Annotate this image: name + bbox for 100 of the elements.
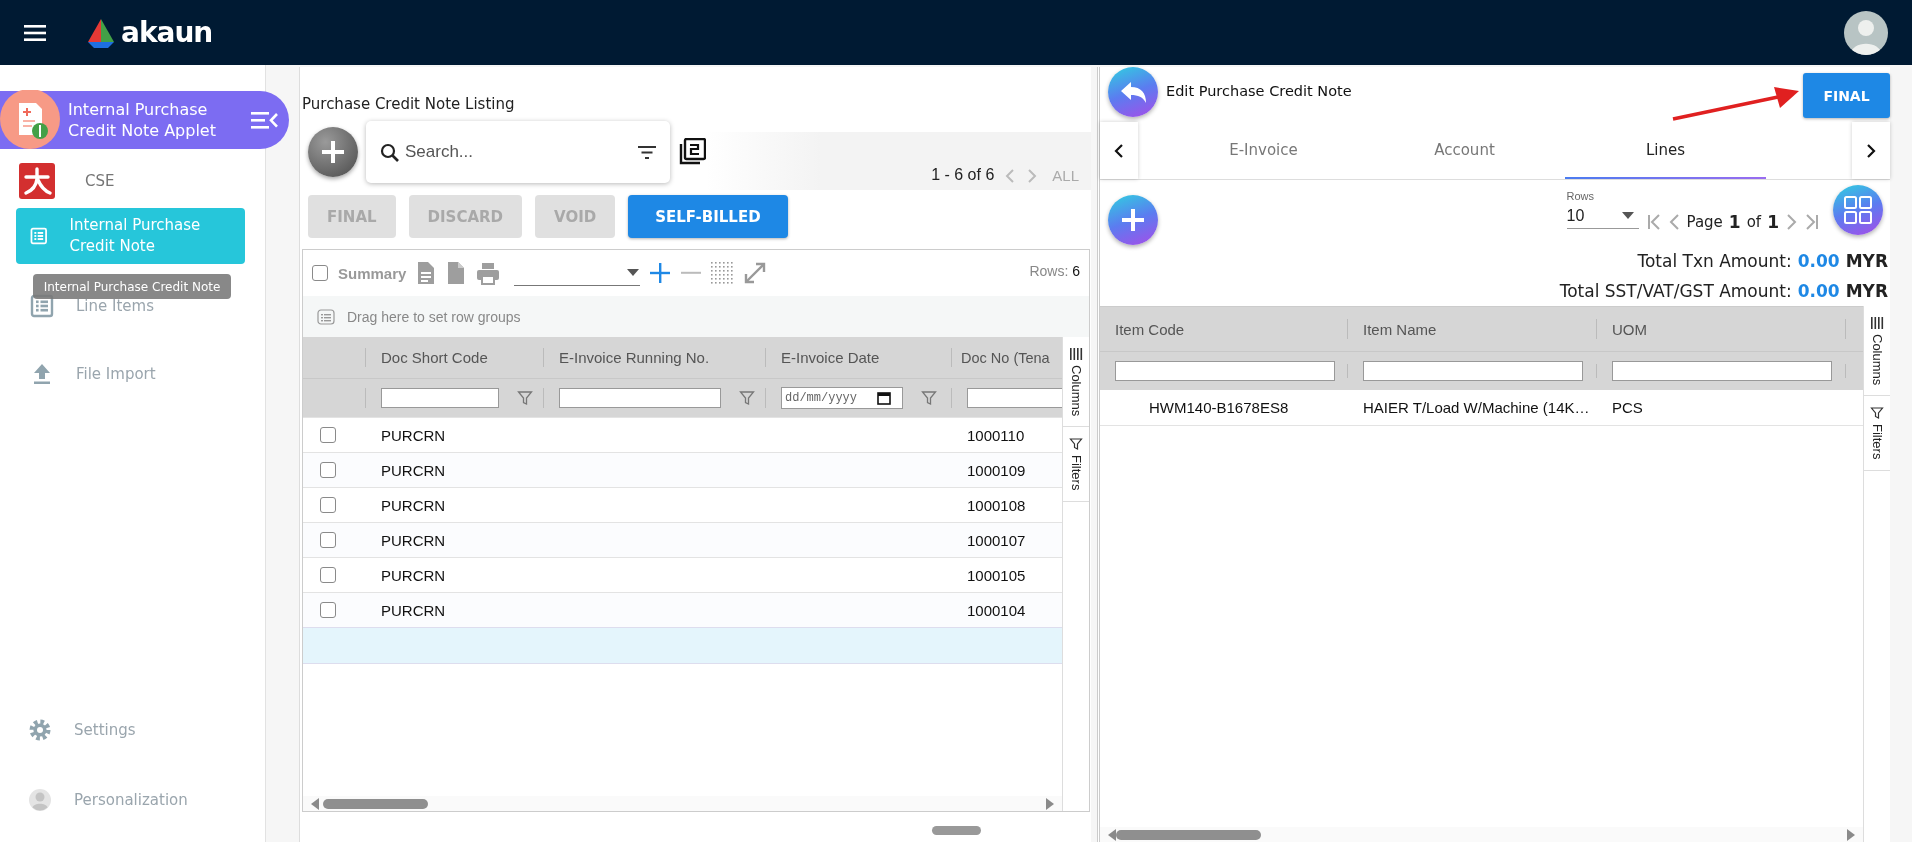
chevron-left-icon <box>1114 142 1124 159</box>
search-icon <box>380 142 399 162</box>
total-label: Total Txn Amount: <box>1637 251 1792 271</box>
final-button[interactable]: FINAL <box>1803 73 1890 118</box>
checkbox[interactable] <box>320 497 336 513</box>
horizontal-scrollbar[interactable] <box>1100 827 1863 842</box>
add-button[interactable] <box>308 127 358 177</box>
rows-select[interactable]: 10 <box>1566 203 1639 229</box>
table-cell: 1000105 <box>967 566 1026 584</box>
chevron-right-icon[interactable] <box>1026 168 1039 184</box>
currency: MYR <box>1845 251 1888 271</box>
table-cell: 1000110 <box>967 426 1025 444</box>
rows-count: Rows: 6 <box>1029 263 1080 279</box>
filter-icon[interactable] <box>638 144 656 160</box>
table-cell: HWM140-B1678ES8 <box>1149 399 1289 416</box>
checkbox[interactable] <box>320 532 336 548</box>
menu-icon[interactable] <box>24 22 46 43</box>
column-header[interactable]: Doc No (Tena <box>961 349 1050 366</box>
resize-handle[interactable] <box>932 826 981 835</box>
table-cell: PURCRN <box>381 426 446 444</box>
tab[interactable]: E-Invoice <box>1163 122 1364 179</box>
add-button[interactable] <box>1108 195 1158 245</box>
page-total: 1 <box>1767 212 1779 232</box>
chevron-right-icon <box>1866 142 1876 159</box>
page-label: Page <box>1686 213 1723 231</box>
tab[interactable]: Account <box>1364 122 1565 179</box>
action-button[interactable]: SELF-BILLED <box>628 195 788 238</box>
row-group-icon <box>317 308 335 325</box>
filter-icon <box>1069 437 1083 452</box>
group-hint: Drag here to set row groups <box>347 308 521 325</box>
plus-icon <box>1120 207 1146 233</box>
total-label: Total SST/VAT/GST Amount: <box>1559 281 1792 301</box>
table-cell: 1000104 <box>967 601 1026 619</box>
last-page-icon[interactable] <box>1805 213 1819 231</box>
table-cell: PURCRN <box>381 531 446 549</box>
tab[interactable]: Lines <box>1565 122 1766 179</box>
table-cell: PURCRN <box>381 601 446 619</box>
filter-field[interactable] <box>1363 361 1583 381</box>
table-cell: PURCRN <box>381 461 446 479</box>
checkbox[interactable] <box>320 462 336 478</box>
side-tab[interactable]: Columns <box>1864 306 1890 397</box>
table-cell: PURCRN <box>381 566 446 584</box>
column-header[interactable]: Item Name <box>1363 320 1437 338</box>
date-input[interactable]: dd/mm/yyyy <box>785 391 875 405</box>
table-cell: PCS <box>1612 399 1643 416</box>
checkbox[interactable] <box>320 567 336 583</box>
column-header[interactable]: E-Invoice Running No. <box>559 349 710 366</box>
column-header[interactable]: Item Code <box>1115 320 1185 338</box>
panel-title: Edit Purchase Credit Note <box>1166 83 1352 99</box>
columns-icon <box>1870 316 1884 330</box>
printer-icon[interactable] <box>476 261 501 285</box>
plus-icon[interactable] <box>650 262 672 284</box>
document-icon[interactable] <box>416 261 437 285</box>
panel-title: Purchase Credit Note Listing <box>302 95 515 113</box>
group-label: CSE <box>85 172 115 190</box>
grid-icon <box>1844 196 1872 224</box>
reply-arrow-icon <box>1119 79 1147 105</box>
table-cell: 1000109 <box>967 461 1026 479</box>
first-page-icon[interactable] <box>1646 213 1661 231</box>
filter-field[interactable] <box>1115 361 1335 381</box>
filter-field[interactable] <box>967 388 1062 408</box>
horizontal-scrollbar[interactable] <box>303 796 1062 811</box>
caret-icon <box>626 268 641 277</box>
total-amount: 0.00 <box>1797 251 1840 271</box>
logo-icon <box>19 163 55 199</box>
page-number: 1 <box>1728 212 1741 232</box>
grid-view-button[interactable] <box>1833 185 1883 235</box>
column-header[interactable]: UOM <box>1612 320 1647 338</box>
currency: MYR <box>1845 281 1888 301</box>
side-tab[interactable]: Filters <box>1063 427 1089 502</box>
filter-field[interactable] <box>559 388 721 408</box>
file-icon[interactable] <box>446 261 467 285</box>
calendar-icon[interactable] <box>877 391 891 405</box>
column-header[interactable]: Doc Short Code <box>381 349 488 366</box>
stacked-squares-icon[interactable] <box>678 138 706 166</box>
side-tab[interactable]: Filters <box>1864 396 1890 471</box>
back-button[interactable] <box>1108 67 1158 117</box>
summary-label: Summary <box>338 264 407 282</box>
column-header[interactable]: E-Invoice Date <box>781 349 880 366</box>
chevron-left-icon[interactable] <box>1004 168 1017 184</box>
chevron-right-icon[interactable] <box>1785 213 1799 231</box>
dotted-grid-icon[interactable] <box>711 262 734 284</box>
applet-title: Internal Purchase Credit Note Applet <box>68 99 217 141</box>
date-field[interactable]: dd/mm/yyyy <box>781 387 903 409</box>
page-range: 1 - 6 of 6 <box>931 166 995 184</box>
filter-field[interactable] <box>1612 361 1832 381</box>
avatar[interactable] <box>1844 10 1888 55</box>
side-tab[interactable]: Columns <box>1063 337 1089 428</box>
filter-field[interactable] <box>381 388 499 408</box>
checkbox[interactable] <box>320 602 336 618</box>
logo-icon <box>85 17 117 48</box>
menu-collapse-icon[interactable] <box>251 109 279 131</box>
tooltip: Internal Purchase Credit Note <box>33 274 231 299</box>
expand-icon[interactable] <box>743 261 768 285</box>
checkbox[interactable] <box>320 427 336 443</box>
page-of: of <box>1746 213 1762 231</box>
gear-icon <box>28 718 52 742</box>
plus-icon <box>320 139 346 165</box>
logo-text: akaun <box>121 16 213 49</box>
checkbox[interactable] <box>312 265 328 281</box>
